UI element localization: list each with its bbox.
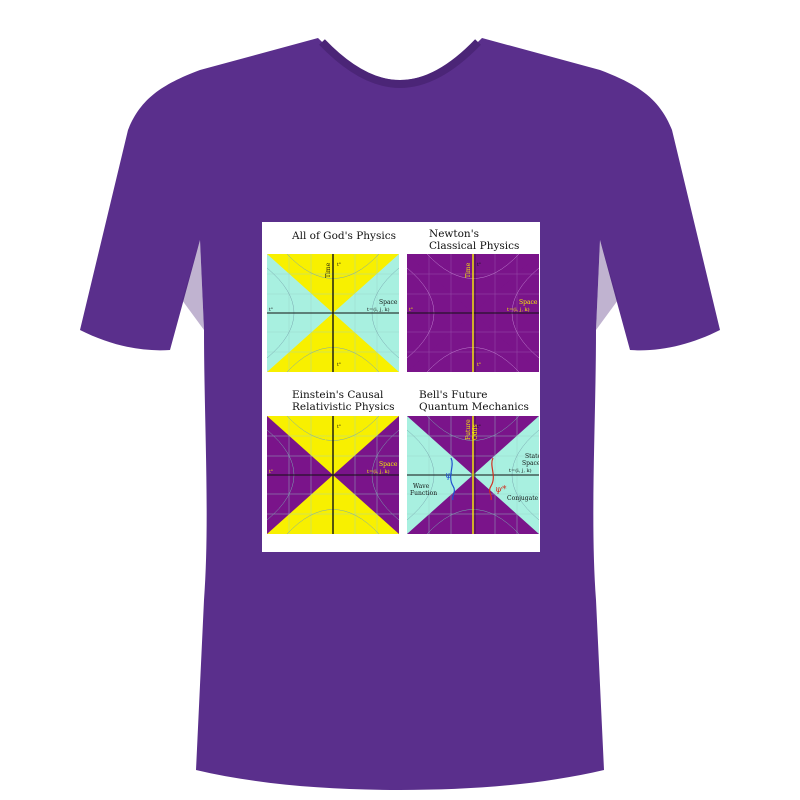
time-label: Time [465, 262, 472, 278]
time-axis-label: t° [477, 262, 481, 268]
origin-bottom-label: t° [477, 362, 481, 368]
time-label: Future [465, 419, 472, 440]
psi-symbol: ψ [445, 471, 453, 481]
spacetime-diagram: Time t° Spacet=(i, j, k) t° t° [407, 254, 539, 372]
space-label: Space [519, 299, 538, 306]
time-label: Time [325, 262, 332, 278]
spacetime-diagram: FutureOddst°StateSpacet=(i, j, k)ψψ*Wave… [407, 416, 539, 534]
origin-left-label: t° [269, 307, 273, 313]
panel-title-line: Newton's [429, 228, 479, 240]
product-image: All of God's Physics Time t° Space t=(i, j,… [0, 0, 800, 800]
panel-title: Einstein's Causal Relativistic Physics [292, 389, 395, 413]
shirt-print: All of God's Physics Time t° Space t=(i, j,… [262, 222, 540, 552]
time-axis-label: t° [477, 424, 481, 430]
wave-label: Wave [413, 483, 430, 490]
panel-title-line: Relativistic Physics [292, 401, 395, 413]
panel-gods-physics: All of God's Physics Time t° Space t=(i, j,… [262, 222, 401, 387]
panel-title: Bell's Future Quantum Mechanics [419, 389, 529, 413]
panel-einsteins-causal: Einstein's Causal Relativistic Physics T… [262, 387, 401, 552]
space-label: State [525, 453, 539, 460]
panel-newtons-classical: Newton's Classical Physics Time t° Space t=… [401, 222, 540, 387]
psi-star-symbol: ψ* [495, 485, 507, 495]
time-axis-label: t° [337, 262, 341, 268]
origin-left-label: t° [409, 307, 413, 313]
origin-bottom-label: t° [337, 524, 341, 530]
panel-title-line: All of God's Physics [292, 230, 397, 242]
space-vector-label: t=(i, j, k) [509, 467, 532, 474]
space-vector-label: t=(i, j, k) [367, 306, 390, 313]
space-vector-label: t=(i, j, k) [367, 468, 390, 475]
panel-title-line: Classical Physics [429, 240, 520, 252]
time-label: Time [325, 424, 332, 440]
conjugate-label: Conjugate [507, 495, 539, 502]
panel-title-line: Bell's Future [419, 389, 488, 401]
origin-bottom-label: t° [337, 362, 341, 368]
origin-left-label: t° [269, 469, 273, 475]
time-axis-label: t° [337, 424, 341, 430]
panel-title: Newton's Classical Physics [429, 228, 519, 252]
space-label-2: Space [522, 460, 539, 467]
space-vector-label: t=(i, j, k) [507, 306, 530, 313]
function-label: Function [410, 490, 437, 497]
spacetime-diagram: Time t° Spacet=(i, j, k) t° t° [267, 254, 399, 372]
space-label: Space [379, 461, 398, 468]
space-label: Space [379, 299, 398, 306]
panel-title: All of God's Physics [292, 230, 396, 242]
spacetime-diagram: Time t° Spacet=(i, j, k) t° t° [267, 416, 399, 534]
panel-bells-future: Bell's Future Quantum Mechanics Future Od… [401, 387, 540, 552]
panel-title-line: Einstein's Causal [292, 389, 384, 401]
panel-title-line: Quantum Mechanics [419, 401, 529, 413]
